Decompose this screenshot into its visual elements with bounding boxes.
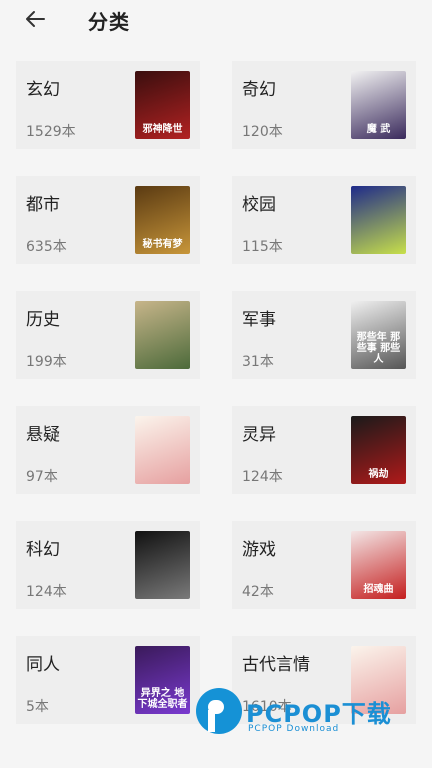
category-count: 1529本	[26, 124, 76, 140]
book-cover-image: 秘书有梦	[135, 186, 190, 254]
cover-title: 祸劫	[368, 469, 389, 480]
category-count: 124本	[242, 469, 283, 485]
category-card[interactable]: 校园 115本	[232, 176, 416, 264]
category-card[interactable]: 奇幻 120本 魔 武	[232, 61, 416, 149]
category-name: 游戏	[242, 540, 276, 560]
category-card[interactable]: 科幻 124本	[16, 521, 200, 609]
category-name: 同人	[26, 655, 60, 675]
category-count: 120本	[242, 124, 283, 140]
cover-title: 秘书有梦	[142, 239, 183, 250]
category-count: 97本	[26, 469, 58, 485]
cover-title: 魔 武	[366, 124, 391, 135]
top-bar: 分类	[0, 0, 432, 40]
category-count: 115本	[242, 239, 283, 255]
cover-title: 异界之 地下城全职者	[137, 688, 188, 710]
category-count: 635本	[26, 239, 67, 255]
page-title: 分类	[88, 10, 130, 34]
category-name: 玄幻	[26, 80, 60, 100]
watermark-subtitle: PCPOP Download	[248, 724, 340, 734]
category-name: 科幻	[26, 540, 60, 560]
category-name: 古代言情	[242, 655, 310, 675]
category-count: 199本	[26, 354, 67, 370]
book-cover-image: 招魂曲	[351, 531, 406, 599]
arrow-left-icon	[26, 11, 45, 27]
category-name: 都市	[26, 195, 60, 215]
category-count: 42本	[242, 584, 274, 600]
book-cover-image: 魔 武	[351, 71, 406, 139]
category-card[interactable]: 军事 31本 那些年 那些事 那些人	[232, 291, 416, 379]
book-cover-image: 那些年 那些事 那些人	[351, 301, 406, 369]
category-count: 124本	[26, 584, 67, 600]
watermark: PCPOP下载 PCPOP Download	[196, 688, 416, 744]
category-count: 5本	[26, 699, 49, 715]
category-card[interactable]: 玄幻 1529本 邪神降世	[16, 61, 200, 149]
category-card[interactable]: 游戏 42本 招魂曲	[232, 521, 416, 609]
category-card[interactable]: 悬疑 97本	[16, 406, 200, 494]
category-card[interactable]: 同人 5本 异界之 地下城全职者	[16, 636, 200, 724]
cover-title: 邪神降世	[142, 124, 183, 135]
book-cover-image: 异界之 地下城全职者	[135, 646, 190, 714]
category-name: 悬疑	[26, 425, 60, 445]
book-cover-image	[135, 301, 190, 369]
book-cover-image	[135, 531, 190, 599]
category-count: 31本	[242, 354, 274, 370]
category-name: 历史	[26, 310, 60, 330]
category-name: 灵异	[242, 425, 276, 445]
category-card[interactable]: 历史 199本	[16, 291, 200, 379]
cover-title: 那些年 那些事 那些人	[356, 332, 401, 365]
book-cover-image	[351, 186, 406, 254]
cover-title: 招魂曲	[363, 584, 394, 595]
book-cover-image: 邪神降世	[135, 71, 190, 139]
back-button[interactable]	[22, 6, 48, 32]
category-card[interactable]: 灵异 124本 祸劫	[232, 406, 416, 494]
book-cover-image: 祸劫	[351, 416, 406, 484]
category-name: 奇幻	[242, 80, 276, 100]
category-name: 校园	[242, 195, 276, 215]
watermark-logo-icon	[196, 688, 242, 734]
book-cover-image	[135, 416, 190, 484]
category-name: 军事	[242, 310, 276, 330]
category-card[interactable]: 都市 635本 秘书有梦	[16, 176, 200, 264]
